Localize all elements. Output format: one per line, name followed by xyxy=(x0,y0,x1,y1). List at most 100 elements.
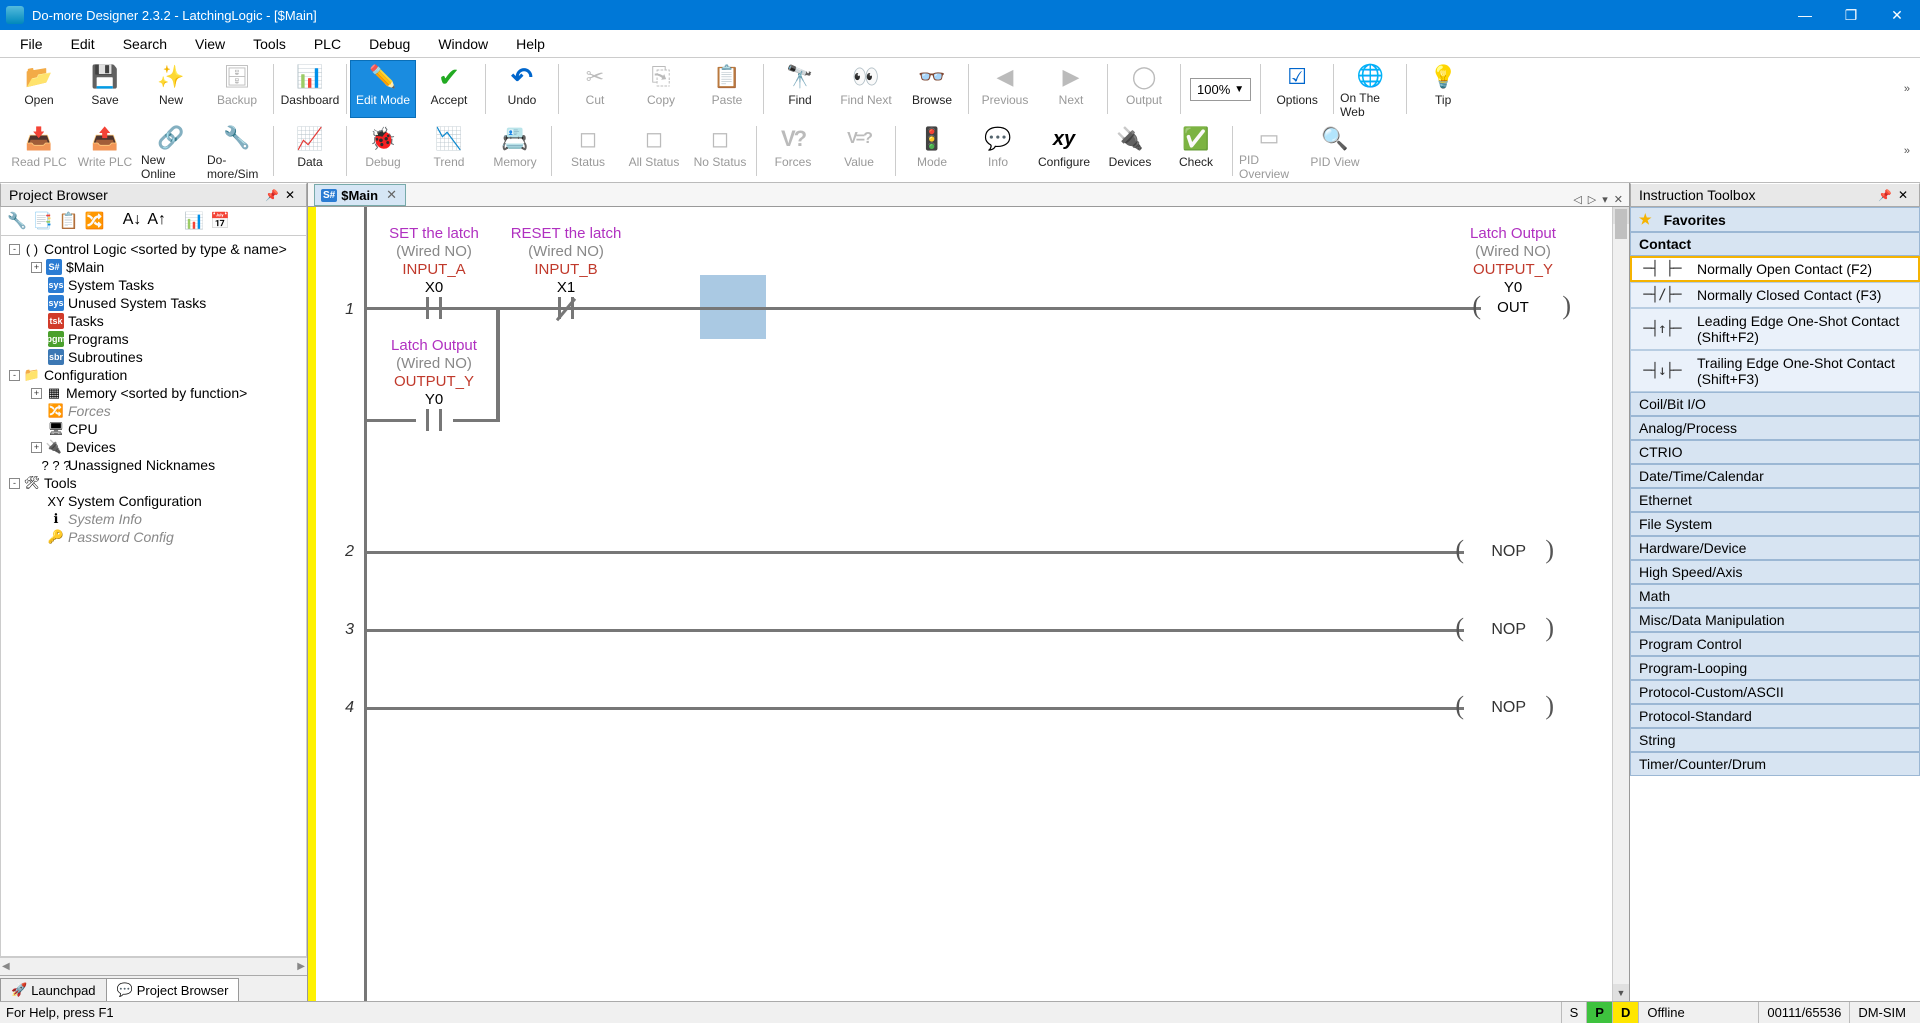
toolbox-group[interactable]: Program-Looping xyxy=(1630,656,1920,680)
toolbar-undo[interactable]: Undo xyxy=(489,60,555,118)
toolbar-forces[interactable]: Forces xyxy=(760,122,826,180)
pb-tool-3[interactable]: 📋 xyxy=(59,211,79,231)
pin-icon[interactable]: 📌 xyxy=(262,189,282,202)
tree-item[interactable]: +🔌Devices xyxy=(3,438,304,456)
contact-no-input-a[interactable] xyxy=(412,295,456,321)
tree-expander[interactable]: - xyxy=(9,244,20,255)
toolbox-group[interactable]: Date/Time/Calendar xyxy=(1630,464,1920,488)
toolbar-pidoverview[interactable]: PID Overview xyxy=(1236,122,1302,180)
toolbox-group[interactable]: Timer/Counter/Drum xyxy=(1630,752,1920,776)
toolbox-group[interactable]: File System xyxy=(1630,512,1920,536)
pb-tool-6[interactable]: 📅 xyxy=(210,211,230,231)
toolbox-item[interactable]: ─┤↓├─Trailing Edge One-Shot Contact (Shi… xyxy=(1630,350,1920,392)
toolbar-tip[interactable]: Tip xyxy=(1410,60,1476,118)
tree-expander[interactable]: + xyxy=(31,388,42,399)
toolbar-debug[interactable]: Debug xyxy=(350,122,416,180)
tree-item[interactable]: 🔑Password Config xyxy=(3,528,304,546)
toolbar-dashboard[interactable]: Dashboard xyxy=(277,60,343,118)
toolbox-group[interactable]: Math xyxy=(1630,584,1920,608)
toolbox-group[interactable]: Protocol-Custom/ASCII xyxy=(1630,680,1920,704)
toolbox-group[interactable]: Program Control xyxy=(1630,632,1920,656)
tree-item[interactable]: 🔀Forces xyxy=(3,402,304,420)
pb-tool-4[interactable]: 🔀 xyxy=(85,211,105,231)
tree-item[interactable]: ? ? ?Unassigned Nicknames xyxy=(3,456,304,474)
toolbox-group[interactable]: Ethernet xyxy=(1630,488,1920,512)
toolbox-group[interactable]: Analog/Process xyxy=(1630,416,1920,440)
toolbar-find[interactable]: Find xyxy=(767,60,833,118)
pb-tab-launchpad[interactable]: 🚀Launchpad xyxy=(0,978,107,1001)
toolbox-item[interactable]: ─┤↑├─Leading Edge One-Shot Contact (Shif… xyxy=(1630,308,1920,350)
toolbox-group[interactable]: Protocol-Standard xyxy=(1630,704,1920,728)
menu-view[interactable]: View xyxy=(185,32,235,56)
tree-item[interactable]: sysSystem Tasks xyxy=(3,276,304,294)
toolbar-save[interactable]: Save xyxy=(72,60,138,118)
toolbox-group[interactable]: CTRIO xyxy=(1630,440,1920,464)
toolbar-value[interactable]: Value xyxy=(826,122,892,180)
tree-expander[interactable]: - xyxy=(9,478,20,489)
toolbar-output[interactable]: Output xyxy=(1111,60,1177,118)
tab-nav-close[interactable]: ✕ xyxy=(1612,193,1625,206)
tab-nav-menu[interactable]: ▾ xyxy=(1600,193,1610,206)
toolbox-group[interactable]: String xyxy=(1630,728,1920,752)
ladder-editor[interactable]: 1 xyxy=(308,207,1629,1001)
tree-item[interactable]: -🛠Tools xyxy=(3,474,304,492)
toolbox-group-contact[interactable]: Contact xyxy=(1630,232,1920,256)
horizontal-scrollbar[interactable]: ◀ ▶ xyxy=(0,957,307,975)
pb-tool-2[interactable]: 📑 xyxy=(33,211,53,231)
toolbar-data[interactable]: Data xyxy=(277,122,343,180)
pb-tool-sort-asc[interactable]: A↓ xyxy=(123,211,142,231)
vertical-scrollbar[interactable]: ▲ ▼ xyxy=(1612,207,1629,1001)
toolbar-memory[interactable]: Memory xyxy=(482,122,548,180)
tree-item[interactable]: pgmPrograms xyxy=(3,330,304,348)
tree-item[interactable]: XYSystem Configuration xyxy=(3,492,304,510)
toolbar-options[interactable]: Options xyxy=(1264,60,1330,118)
contact-no-output-y[interactable] xyxy=(412,407,456,433)
toolbar-browse[interactable]: Browse xyxy=(899,60,965,118)
toolbar-new[interactable]: New xyxy=(138,60,204,118)
toolbar-info[interactable]: Info xyxy=(965,122,1031,180)
toolbar-accept[interactable]: Accept xyxy=(416,60,482,118)
toolbox-group[interactable]: Hardware/Device xyxy=(1630,536,1920,560)
pb-tab-project-browser[interactable]: 💬Project Browser xyxy=(106,978,240,1001)
menu-plc[interactable]: PLC xyxy=(304,32,351,56)
toolbar-trend[interactable]: Trend xyxy=(416,122,482,180)
toolbar-status[interactable]: Status xyxy=(555,122,621,180)
window-close[interactable]: ✕ xyxy=(1874,0,1920,30)
toolbar-copy[interactable]: Copy xyxy=(628,60,694,118)
toolbar-mode[interactable]: Mode xyxy=(899,122,965,180)
toolbar-pidview[interactable]: PID View xyxy=(1302,122,1368,180)
menu-debug[interactable]: Debug xyxy=(359,32,420,56)
toolbar-overflow[interactable]: » xyxy=(1900,83,1914,95)
toolbar-domoresim[interactable]: Do-more/Sim xyxy=(204,122,270,180)
tab-nav-next[interactable]: ▷ xyxy=(1586,193,1598,206)
toolbar-open[interactable]: Open xyxy=(6,60,72,118)
tree-item[interactable]: sysUnused System Tasks xyxy=(3,294,304,312)
tree-item[interactable]: ℹSystem Info xyxy=(3,510,304,528)
toolbar-devices[interactable]: Devices xyxy=(1097,122,1163,180)
toolbox-item[interactable]: ─┤ ├─Normally Open Contact (F2) xyxy=(1630,256,1920,282)
pb-tool-sort-desc[interactable]: A↑ xyxy=(147,211,166,231)
zoom-selector[interactable]: 100%▼ xyxy=(1190,78,1251,101)
window-maximize[interactable]: ❐ xyxy=(1828,0,1874,30)
tree-item[interactable]: +S#$Main xyxy=(3,258,304,276)
toolbar-configure[interactable]: Configure xyxy=(1031,122,1097,180)
menu-file[interactable]: File xyxy=(10,32,53,56)
toolbox-group[interactable]: Misc/Data Manipulation xyxy=(1630,608,1920,632)
close-icon[interactable]: ✕ xyxy=(1895,188,1911,202)
toolbox-group[interactable]: Coil/Bit I/O xyxy=(1630,392,1920,416)
toolbar-next[interactable]: Next xyxy=(1038,60,1104,118)
tree-item[interactable]: tskTasks xyxy=(3,312,304,330)
close-icon[interactable]: ✕ xyxy=(282,188,298,202)
toolbar-findnext[interactable]: Find Next xyxy=(833,60,899,118)
tab-close-icon[interactable]: ✕ xyxy=(386,187,397,203)
toolbar-paste[interactable]: Paste xyxy=(694,60,760,118)
toolbar-editmode[interactable]: Edit Mode xyxy=(350,60,416,118)
toolbar-readplc[interactable]: Read PLC xyxy=(6,122,72,180)
tree-expander[interactable]: - xyxy=(9,370,20,381)
toolbar-nostatus[interactable]: No Status xyxy=(687,122,753,180)
tree-item[interactable]: -( )Control Logic <sorted by type & name… xyxy=(3,240,304,258)
toolbar-allstatus[interactable]: All Status xyxy=(621,122,687,180)
tree-expander[interactable]: + xyxy=(31,442,42,453)
toolbar-cut[interactable]: Cut xyxy=(562,60,628,118)
toolbar-writeplc[interactable]: Write PLC xyxy=(72,122,138,180)
